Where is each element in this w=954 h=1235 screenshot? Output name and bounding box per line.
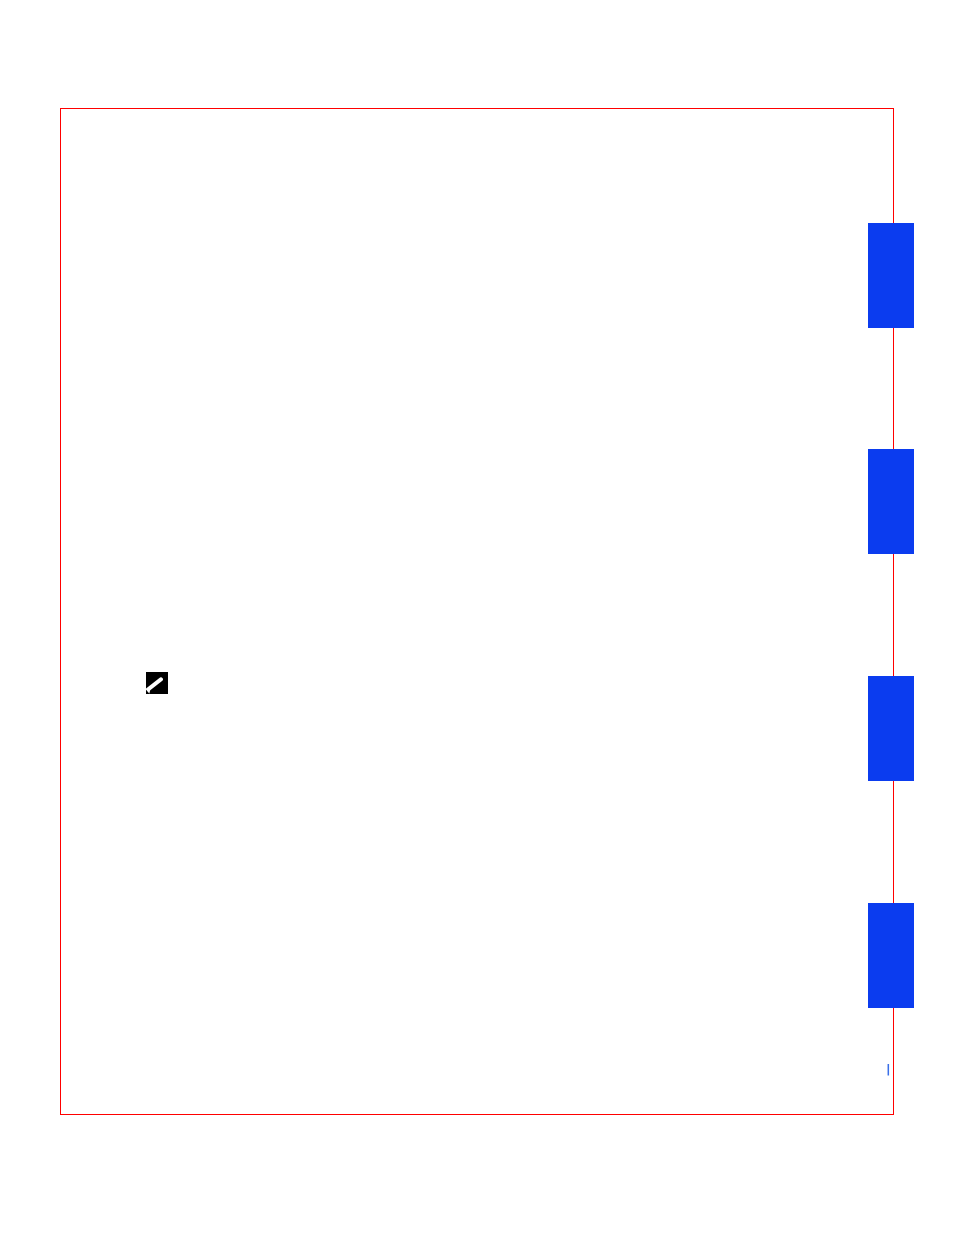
page-content-frame [60,108,894,1115]
side-tab-4 [868,903,914,1008]
footer-separator: | [883,1062,894,1076]
side-tab-1 [868,223,914,328]
page-footer: | [60,1062,894,1076]
note-icon [146,672,168,694]
side-tab-2 [868,449,914,554]
side-tab-3 [868,676,914,781]
